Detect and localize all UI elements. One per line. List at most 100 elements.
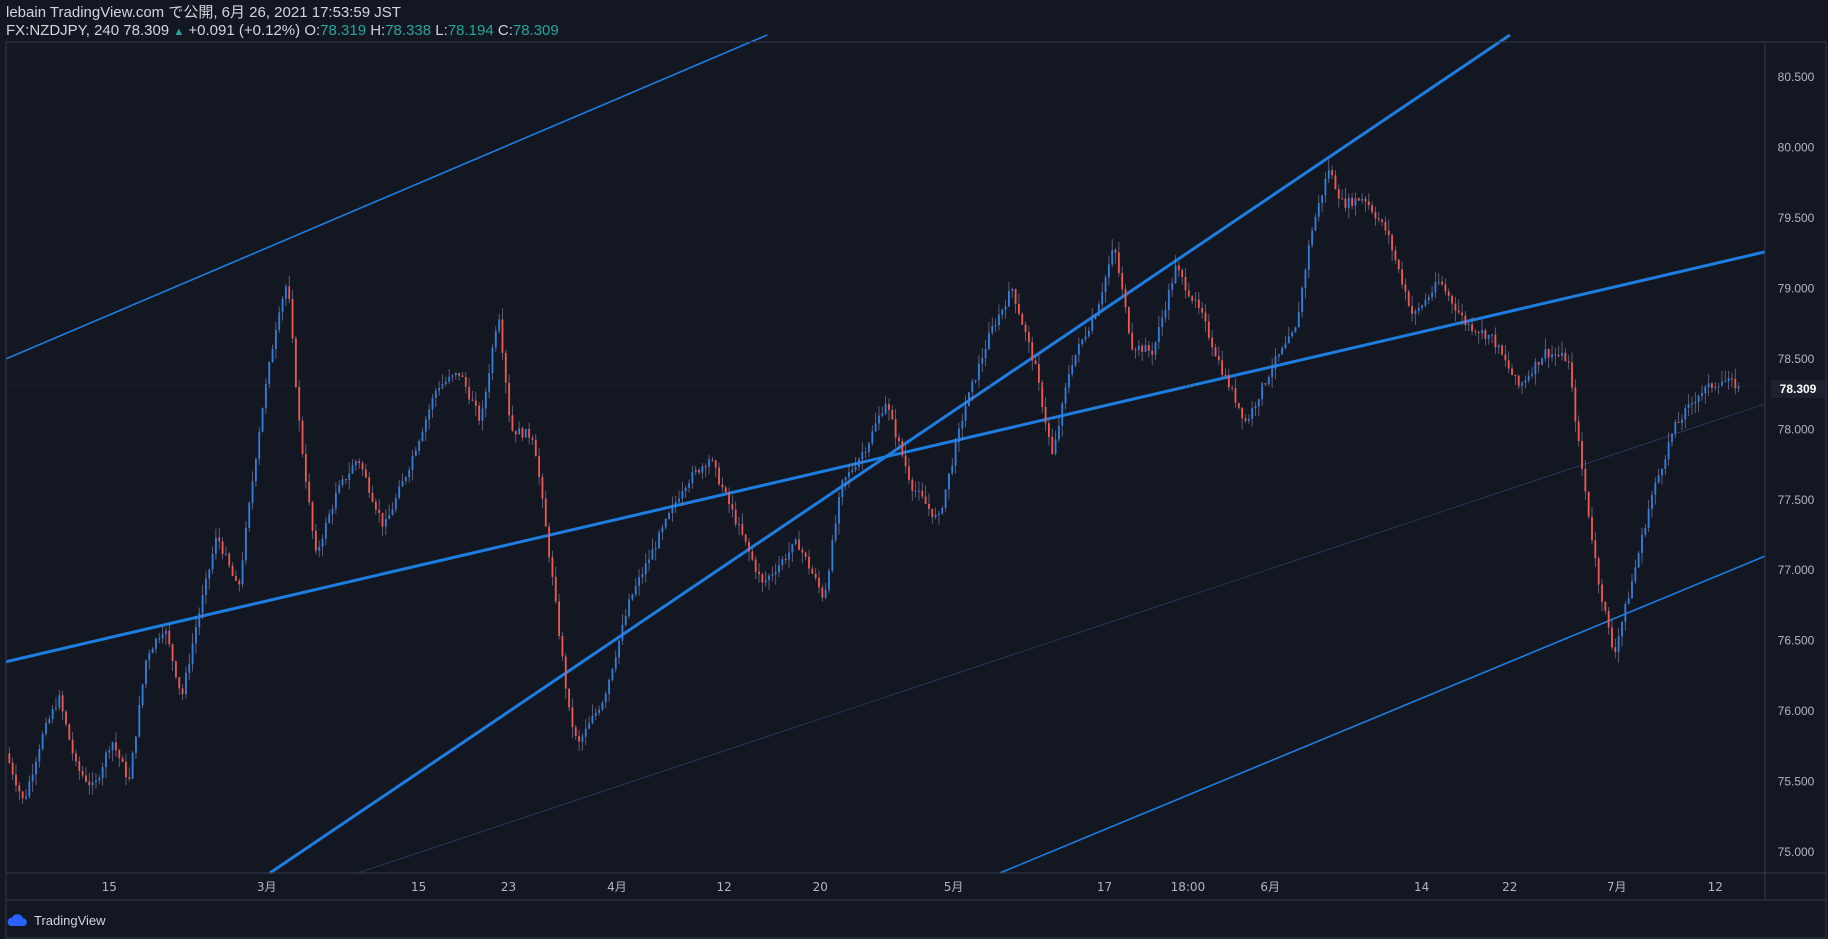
candle-body bbox=[318, 546, 321, 551]
candle-body bbox=[1207, 321, 1210, 338]
candle-body bbox=[1594, 540, 1597, 559]
candle-body bbox=[1044, 407, 1047, 424]
candle-body bbox=[934, 514, 937, 518]
candle-body bbox=[1174, 265, 1177, 283]
candle-body bbox=[608, 679, 610, 694]
candle-body bbox=[1081, 339, 1084, 345]
candle-body bbox=[814, 573, 817, 579]
candle-body bbox=[1524, 380, 1527, 383]
candle-body bbox=[598, 709, 601, 713]
candle-body bbox=[25, 796, 27, 799]
candle-body bbox=[1031, 342, 1034, 361]
candle-body bbox=[528, 429, 531, 438]
candle-body bbox=[1441, 281, 1443, 285]
candle-body bbox=[1631, 581, 1633, 599]
candle-body bbox=[1381, 219, 1384, 222]
candle-body bbox=[988, 332, 990, 350]
candle-body bbox=[1567, 361, 1570, 363]
candle-body bbox=[468, 387, 471, 400]
candle-body bbox=[1504, 354, 1507, 361]
candle-body bbox=[351, 465, 354, 474]
candle-body bbox=[558, 601, 561, 636]
candle-body bbox=[291, 298, 294, 339]
candle-body bbox=[1001, 309, 1004, 315]
candle-body bbox=[518, 428, 521, 435]
candle-body bbox=[764, 580, 767, 583]
candle-body bbox=[1637, 553, 1640, 568]
candle-body bbox=[41, 733, 44, 749]
candle-body bbox=[861, 452, 864, 460]
candle-body bbox=[1401, 269, 1404, 285]
candle-body bbox=[658, 532, 660, 549]
candle-body bbox=[394, 497, 397, 510]
candle-body bbox=[58, 695, 61, 708]
candle-body bbox=[648, 559, 650, 564]
candle-body bbox=[498, 319, 501, 332]
candle-body bbox=[1204, 312, 1207, 322]
candle-body bbox=[384, 518, 387, 527]
candle-body bbox=[1421, 305, 1423, 308]
candle-body bbox=[1371, 205, 1374, 213]
candle-body bbox=[1374, 212, 1377, 219]
candle-body bbox=[594, 712, 597, 716]
candle-body bbox=[551, 557, 554, 577]
candle-body bbox=[1721, 381, 1723, 386]
candle-body bbox=[1531, 374, 1533, 376]
candle-body bbox=[1287, 336, 1290, 344]
candle-body bbox=[1617, 636, 1620, 652]
candle-body bbox=[1394, 250, 1397, 260]
candle-body bbox=[1377, 218, 1380, 220]
candle-body bbox=[701, 466, 704, 473]
candle-body bbox=[1411, 305, 1413, 314]
channel-line bbox=[357, 403, 1766, 874]
candle-body bbox=[264, 383, 267, 408]
candle-body bbox=[48, 719, 51, 723]
candle-body bbox=[734, 509, 737, 525]
symbol-prefix: FX:NZDJPY, 240 78.309 bbox=[6, 22, 170, 39]
candle-body bbox=[95, 780, 97, 783]
candle-body bbox=[1671, 433, 1673, 443]
tradingview-brand[interactable]: TradingView bbox=[6, 910, 106, 930]
candle-body bbox=[694, 469, 697, 472]
candle-body bbox=[15, 774, 17, 786]
price-tick-label: 80.500 bbox=[1778, 70, 1815, 84]
candle-body bbox=[1501, 345, 1503, 355]
ohlc-line: FX:NZDJPY, 240 78.309 ▲ +0.091 (+0.12%) … bbox=[6, 22, 559, 41]
candle-body bbox=[145, 660, 147, 685]
candle-body bbox=[1474, 330, 1477, 333]
candle-body bbox=[1154, 342, 1157, 355]
candle-body bbox=[1557, 355, 1560, 357]
candle-body bbox=[1124, 289, 1127, 308]
candle-body bbox=[501, 319, 504, 353]
candle-body bbox=[968, 392, 970, 407]
candle-body bbox=[1187, 290, 1190, 297]
candle-body bbox=[201, 595, 204, 614]
candle-body bbox=[301, 420, 304, 454]
candle-body bbox=[624, 615, 627, 626]
candle-body bbox=[1354, 198, 1357, 206]
candle-body bbox=[381, 512, 384, 527]
chart-canvas[interactable]: 75.000 75.500 76.000 76.500 77.000 77.500 78.0… bbox=[0, 0, 1828, 939]
candle-body bbox=[784, 559, 787, 561]
candle-body bbox=[938, 513, 940, 515]
candle-body bbox=[221, 541, 224, 555]
candle-body bbox=[1591, 516, 1593, 541]
candle-body bbox=[978, 363, 980, 380]
candle-body bbox=[1604, 601, 1607, 611]
candle-body bbox=[768, 575, 770, 581]
candle-body bbox=[1364, 198, 1367, 202]
candle-body bbox=[281, 298, 284, 313]
high-value: 78.338 bbox=[385, 22, 432, 39]
candle-body bbox=[1051, 436, 1054, 454]
candle-body bbox=[611, 668, 614, 680]
candle-body bbox=[1251, 407, 1254, 419]
candle-body bbox=[1071, 365, 1074, 375]
candle-body bbox=[1161, 317, 1164, 328]
candle-body bbox=[371, 492, 374, 502]
time-tick-label: 12 bbox=[717, 880, 732, 894]
candle-body bbox=[155, 638, 157, 649]
candle-body bbox=[231, 565, 234, 577]
candle-body bbox=[61, 695, 64, 712]
candle-body bbox=[1647, 508, 1650, 528]
price-tick-label: 80.000 bbox=[1778, 141, 1815, 155]
